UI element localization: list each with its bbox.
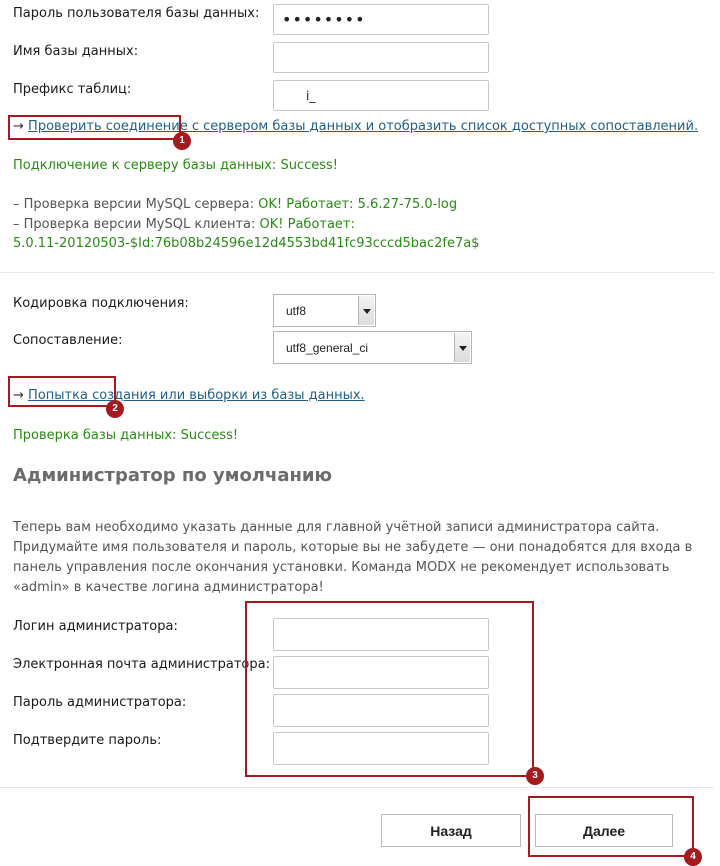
annotation-box-2 (8, 376, 116, 407)
client-version-string: 5.0.11-20120503-$Id:76b08b24596e12d4553b… (13, 236, 480, 251)
db-password-field[interactable]: •••••••• (273, 4, 489, 35)
collation-select[interactable]: utf8_general_ci (273, 331, 472, 364)
admin-password-label: Пароль администратора: (13, 695, 187, 710)
chevron-down-icon[interactable] (454, 333, 470, 362)
charset-select[interactable]: utf8 (273, 294, 376, 327)
annotation-box-3 (245, 601, 534, 777)
db-name-label: Имя базы данных: (13, 44, 139, 59)
chevron-down-icon[interactable] (358, 296, 374, 325)
server-version-check: – Проверка версии MySQL сервера: OK! Раб… (13, 197, 458, 212)
admin-description: Теперь вам необходимо указать данные для… (13, 520, 693, 595)
charset-label: Кодировка подключения: (13, 296, 189, 311)
annotation-badge-2: 2 (106, 400, 124, 418)
charset-value: utf8 (286, 304, 307, 318)
admin-email-label: Электронная почта администратора: (13, 657, 270, 672)
connection-result: Подключение к серверу базы данных: Succe… (13, 158, 338, 173)
annotation-badge-3: 3 (526, 767, 544, 785)
db-password-label: Пароль пользователя базы данных: (13, 6, 260, 21)
divider (0, 272, 714, 273)
admin-login-label: Логин администратора: (13, 619, 178, 634)
db-name-field[interactable] (273, 42, 489, 73)
admin-confirm-label: Подтвердите пароль: (13, 733, 162, 748)
admin-heading: Администратор по умолчанию (13, 465, 333, 486)
table-prefix-label: Префикс таблиц: (13, 82, 132, 97)
annotation-box-4 (528, 796, 694, 857)
collation-label: Сопоставление: (13, 333, 123, 348)
db-check-result: Проверка базы данных: Success! (13, 428, 239, 443)
annotation-box-1 (8, 115, 181, 140)
collation-value: utf8_general_ci (286, 341, 369, 355)
divider (0, 787, 714, 788)
annotation-badge-4: 4 (684, 848, 702, 866)
annotation-badge-1: 1 (173, 132, 191, 150)
back-button[interactable]: Назад (381, 814, 521, 847)
table-prefix-field[interactable] (273, 80, 489, 111)
client-version-check: – Проверка версии MySQL клиента: OK! Раб… (13, 217, 355, 232)
